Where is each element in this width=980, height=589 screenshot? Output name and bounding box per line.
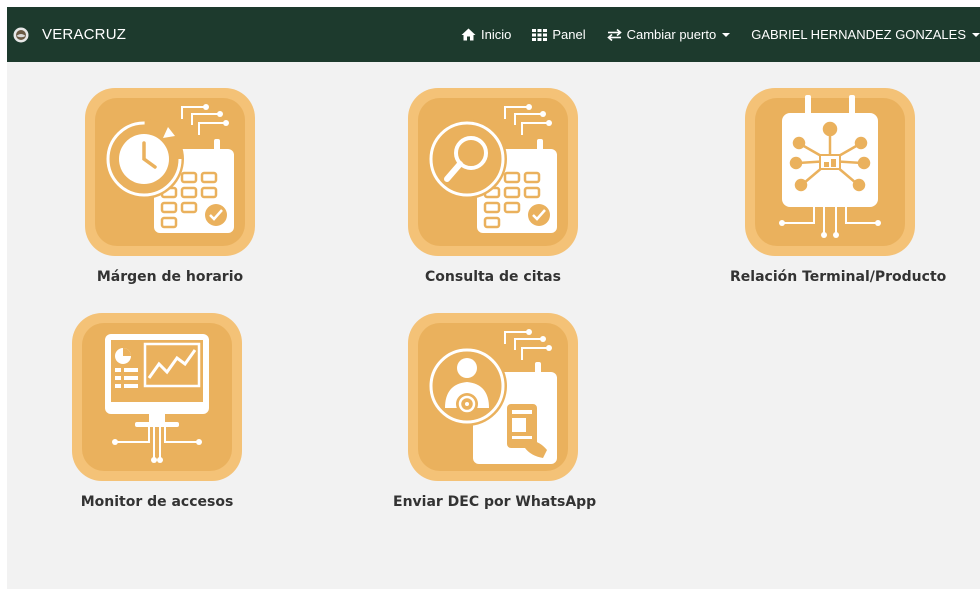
home-icon <box>461 28 476 41</box>
tile-label: Relación Terminal/Producto <box>730 269 947 285</box>
nav-inicio[interactable]: Inicio <box>461 27 511 42</box>
tile-consulta-citas[interactable]: Consulta de citas <box>393 87 593 285</box>
user-name: GABRIEL HERNANDEZ GONZALES <box>751 27 966 42</box>
tile-label: Enviar DEC por WhatsApp <box>393 494 597 510</box>
tile-relacion-terminal-producto[interactable]: Relación Terminal/Producto <box>730 87 947 285</box>
brand-title: VERACRUZ <box>42 26 127 43</box>
nav-cambiar-puerto[interactable]: Cambiar puerto <box>606 27 731 42</box>
caret-down-icon <box>972 32 980 37</box>
tile-label: Monitor de accesos <box>80 494 234 510</box>
port-logo-icon <box>13 27 29 42</box>
tile-label: Márgen de horario <box>96 269 244 285</box>
nav-panel[interactable]: Panel <box>532 27 586 42</box>
nav-inicio-label: Inicio <box>480 27 512 42</box>
clock-calendar-icon <box>85 88 255 256</box>
brand-link[interactable]: VERACRUZ <box>13 7 126 62</box>
terminal-network-icon <box>745 88 915 256</box>
exchange-icon <box>606 28 622 41</box>
nav-panel-label: Panel <box>552 27 586 42</box>
monitor-chart-icon <box>72 313 242 481</box>
driver-phone-icon <box>408 313 578 481</box>
nav-cambiar-puerto-label: Cambiar puerto <box>626 27 717 42</box>
tile-margen-horario[interactable]: Márgen de horario <box>70 87 270 285</box>
navbar: VERACRUZ Inicio Panel Cambiar puerto GAB… <box>7 7 980 62</box>
search-calendar-icon <box>408 88 578 256</box>
nav-user-menu[interactable]: GABRIEL HERNANDEZ GONZALES <box>751 27 980 42</box>
app-container: VERACRUZ Inicio Panel Cambiar puerto GAB… <box>7 7 980 589</box>
caret-down-icon <box>722 32 731 37</box>
tile-monitor-accesos[interactable]: Monitor de accesos <box>57 312 257 510</box>
tile-label: Consulta de citas <box>425 269 561 285</box>
grid-icon <box>532 28 548 41</box>
tile-enviar-dec-whatsapp[interactable]: Enviar DEC por WhatsApp <box>393 312 597 510</box>
